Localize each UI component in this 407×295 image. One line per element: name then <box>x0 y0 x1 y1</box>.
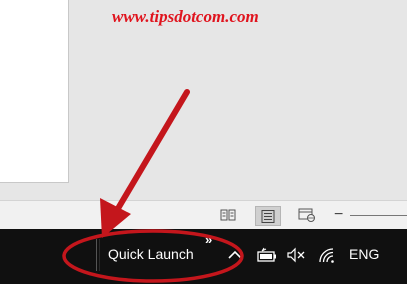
annotation-ellipse <box>62 229 244 283</box>
annotation-arrow-shaft <box>110 89 190 220</box>
annotation-overlay <box>62 89 244 283</box>
